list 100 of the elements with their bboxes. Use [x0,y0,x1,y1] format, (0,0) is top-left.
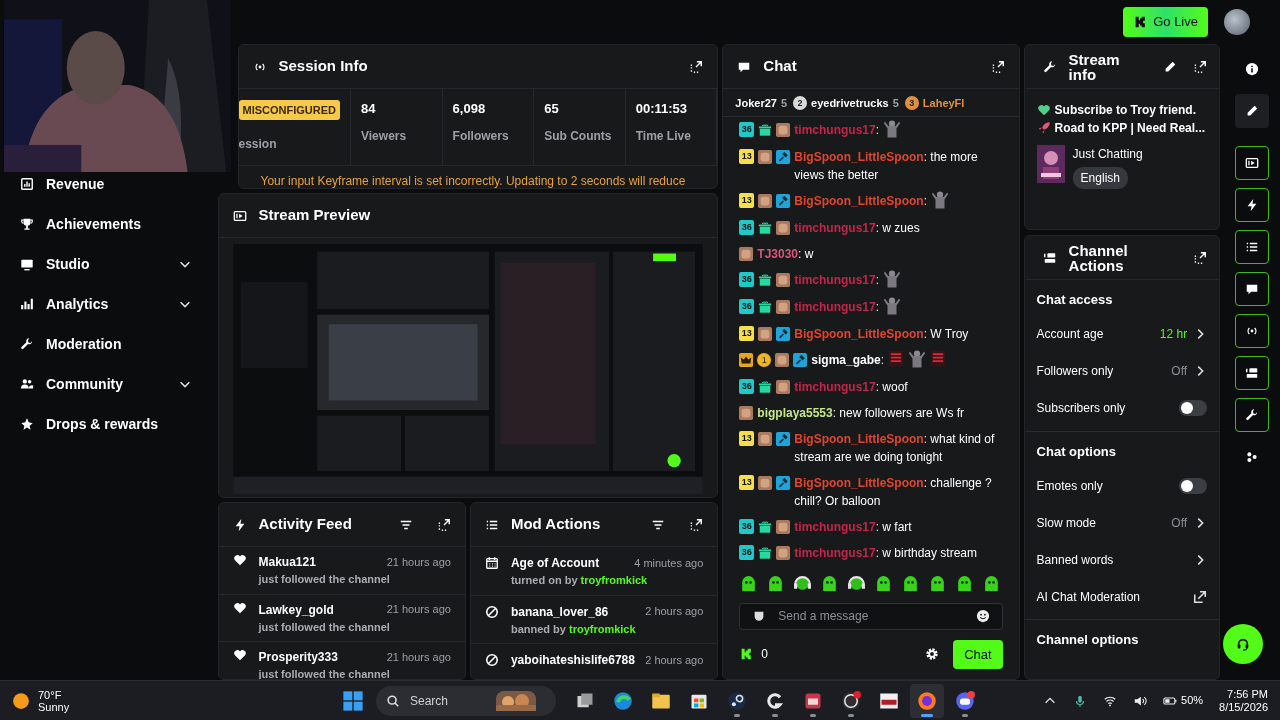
edit-button[interactable] [1163,59,1178,74]
hammer-icon [776,431,791,446]
gift-icon [758,220,773,235]
gift-icon [758,122,773,137]
section-heading: Channel options [1036,631,1140,649]
preview-panel-button[interactable] [1235,146,1270,180]
list-panel-button[interactable] [1235,230,1270,264]
sidebar-item[interactable]: Drops & rewards [0,412,214,436]
heart-icon [232,648,247,662]
taskbar-app[interactable] [910,683,944,718]
popout-button[interactable] [689,517,704,532]
toggle-switch[interactable] [1179,477,1208,494]
external-link-icon[interactable] [1193,589,1208,604]
game-launcher-icon[interactable] [727,690,747,711]
warning-text: Your input Keyframe interval is set incorrectly. Updating to 2 seconds will reduce [259,173,687,188]
sidebar-item[interactable]: Studio [0,252,214,276]
gifter-name[interactable]: Joker27 [735,95,777,112]
go-live-button[interactable]: Go Live [1123,7,1208,37]
setting-label: Account age [1036,326,1104,343]
avatar-icon [776,122,791,137]
avatar-icon [739,405,754,420]
sidebar-item[interactable]: Achievements [0,212,214,236]
chat-send-button[interactable]: Chat [953,639,1003,669]
message-field[interactable]: Send a message [739,602,1003,630]
search-field[interactable]: Search [376,685,556,716]
stat-label: Viewers [361,127,408,145]
sidebar-item[interactable]: Revenue [0,172,214,196]
moderator-link[interactable]: troyfromkick [580,574,648,586]
moderator-link[interactable]: troyfromkick [568,622,636,635]
sign-emote-icon [888,348,905,368]
start-button[interactable] [342,689,364,712]
activity-panel-button[interactable] [1235,188,1270,222]
sidebar-item[interactable]: Moderation [0,332,214,356]
gift-icon [758,272,773,287]
setting-value: Off [1171,363,1188,380]
edit-button[interactable] [1235,94,1270,128]
rocket-icon [1036,121,1051,135]
taskbar-search[interactable]: Search [408,690,488,711]
gifter-name[interactable]: eyedrivetrucks [811,95,889,112]
clock-date[interactable]: 8/15/2026 [1219,700,1268,714]
session-panel-button[interactable] [1235,314,1270,348]
follower-name[interactable]: Lawkey_gold [258,600,334,619]
gift-icon [758,519,773,534]
follower-name[interactable]: Makua121 [258,553,316,571]
panel-title: Activity Feed [258,514,352,535]
popout-button[interactable] [436,517,451,532]
calendar-icon [484,556,499,570]
setting-label: Subscribers only [1036,400,1126,417]
toggle-switch[interactable] [1179,400,1208,416]
language-tag[interactable]: English [1072,167,1128,189]
setting-label: Banned words [1036,551,1114,569]
avatar-icon [775,352,790,367]
gifter-name[interactable]: LaheyFl [922,95,965,112]
g-logo-icon[interactable] [765,690,785,711]
gift-count: 5 [780,96,788,111]
trophy-icon [20,217,34,231]
avatar-icon [776,545,791,560]
avatar-icon [739,246,754,261]
emote-icon[interactable] [847,573,867,593]
emoji-icon[interactable] [975,609,990,623]
sun-icon[interactable] [12,691,30,710]
follower-name[interactable]: Prosperity333 [258,648,338,666]
popout-button[interactable] [1193,250,1208,265]
settings-button[interactable] [925,647,940,662]
avatar-icon [776,220,791,235]
rank-tag: 1 [757,352,772,367]
sidebar-item[interactable]: Analytics [0,292,214,316]
avatar-icon [758,326,773,341]
popout-button[interactable] [990,59,1005,74]
firefox-icon[interactable] [917,690,937,711]
gift-icon [758,545,773,560]
section-heading: Chat options [1036,442,1118,461]
popout-button[interactable] [689,59,704,74]
chat-app-icon[interactable] [955,690,975,711]
activity-detail: just followed the channel [258,619,391,635]
crown-icon [739,352,754,367]
chat-panel-button[interactable] [1235,272,1270,306]
figure-emote-icon [883,268,901,290]
hammer-icon [793,352,808,367]
category-name[interactable]: Just Chatting [1072,145,1143,163]
stream-info-button[interactable] [1235,398,1270,432]
support-button[interactable] [1223,624,1263,664]
sub-months-tag: 36 [739,122,755,137]
setting-label: AI Chat Moderation [1036,588,1140,606]
sub-months-tag: 36 [739,519,755,534]
search-icon [386,693,400,708]
popout-button[interactable] [1193,59,1208,74]
setting-label: Slow mode [1036,514,1096,532]
temperature[interactable]: 70°F [38,688,70,701]
channel-actions-button[interactable] [1235,356,1270,390]
popout-icon [689,517,704,532]
chat-icon [1245,282,1260,296]
recorder-icon[interactable] [841,690,861,711]
user-avatar[interactable] [1224,9,1250,35]
clock-time[interactable]: 7:56 PM [1219,687,1268,701]
sidebar-item[interactable]: Community [0,372,214,396]
message-input[interactable]: Send a message [776,606,966,626]
emote-icon[interactable] [793,573,813,593]
stat-value: 6,098 [452,100,487,118]
browser-icon[interactable] [613,690,633,711]
